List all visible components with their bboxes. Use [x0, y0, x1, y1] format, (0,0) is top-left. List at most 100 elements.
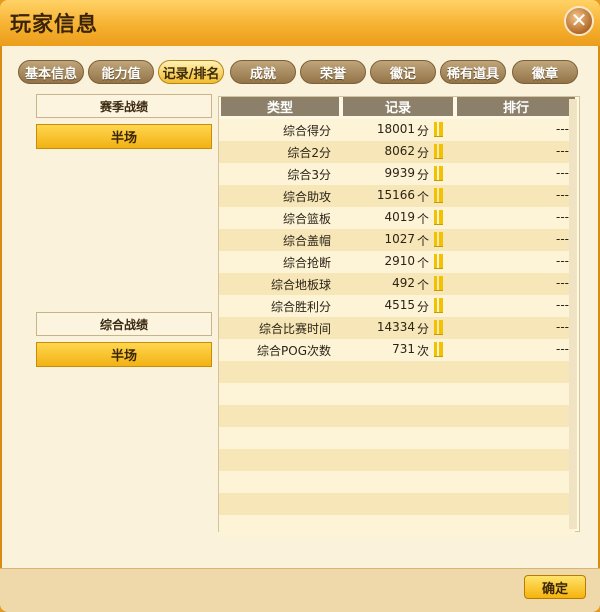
record-type: 综合盖帽: [282, 234, 331, 248]
record-unit: 个: [417, 278, 430, 292]
tab-emblem[interactable]: 徽记: [370, 60, 436, 84]
record-value: 492: [392, 276, 415, 290]
record-rank: ---: [556, 188, 569, 202]
record-value: 9939: [384, 166, 415, 180]
record-value: 15166: [376, 188, 415, 202]
tab-basic-info[interactable]: 基本信息: [18, 60, 84, 84]
table-row: 综合POG次数 731 次 ---: [219, 339, 575, 361]
record-rank: ---: [556, 320, 569, 334]
close-icon: ✕: [570, 8, 588, 32]
table-row-empty: [219, 383, 575, 405]
table-row-empty: [219, 361, 575, 383]
record-bar-icon: [434, 254, 443, 269]
record-type: 综合地板球: [270, 278, 331, 292]
record-value: 4019: [384, 210, 415, 224]
overall-record-header: 综合战绩: [36, 312, 212, 336]
table-row-empty: [219, 515, 575, 537]
record-unit: 分: [417, 124, 430, 138]
table-scrollbar[interactable]: [569, 99, 577, 529]
record-value: 14334: [376, 320, 415, 334]
record-type: 综合比赛时间: [258, 322, 331, 336]
record-type: 综合抢断: [282, 256, 331, 270]
table-row: 综合得分 18001 分 ---: [219, 119, 575, 141]
table-row: 综合比赛时间 14334 分 ---: [219, 317, 575, 339]
table-row: 综合抢断 2910 个 ---: [219, 251, 575, 273]
season-halfcourt-button[interactable]: 半场: [36, 124, 212, 149]
record-bar-icon: [434, 298, 443, 313]
record-value: 4515: [384, 298, 415, 312]
record-bar-icon: [434, 122, 443, 137]
record-rank: ---: [556, 254, 569, 268]
table-row: 综合3分 9939 分 ---: [219, 163, 575, 185]
records-table: 类型 记录 排行 综合得分 18001 分 --- 综合2分 8062 分 --- 综合3分 99…: [218, 96, 580, 537]
record-unit: 个: [417, 190, 430, 204]
record-rank: ---: [556, 342, 569, 356]
record-bar-icon: [434, 166, 443, 181]
record-type: 综合得分: [282, 124, 331, 138]
column-rank: 排行: [457, 97, 575, 116]
table-row: 综合助攻 15166 个 ---: [219, 185, 575, 207]
record-unit: 个: [417, 212, 430, 226]
record-unit: 个: [417, 234, 430, 248]
record-bar-icon: [434, 276, 443, 291]
record-bar-icon: [434, 320, 443, 335]
tab-badges[interactable]: 徽章: [512, 60, 578, 84]
record-unit: 分: [417, 146, 430, 160]
record-bar-icon: [434, 210, 443, 225]
confirm-button[interactable]: 确定: [524, 575, 586, 599]
season-record-header: 赛季战绩: [36, 94, 212, 118]
record-type: 综合POG次数: [257, 344, 331, 358]
tab-honor[interactable]: 荣誉: [300, 60, 366, 84]
window-title: 玩家信息: [10, 12, 98, 36]
record-type: 综合2分: [287, 146, 331, 160]
record-unit: 分: [417, 168, 430, 182]
record-value: 18001: [376, 122, 415, 136]
table-row: 综合胜利分 4515 分 ---: [219, 295, 575, 317]
table-row-empty: [219, 405, 575, 427]
record-rank: ---: [556, 210, 569, 224]
tab-records-ranking[interactable]: 记录/排名: [158, 60, 224, 84]
record-unit: 分: [417, 322, 430, 336]
table-row-empty: [219, 427, 575, 449]
record-bar-icon: [434, 232, 443, 247]
record-rank: ---: [556, 144, 569, 158]
record-type: 综合助攻: [282, 190, 331, 204]
table-header: 类型 记录 排行: [221, 97, 577, 117]
table-row: 综合篮板 4019 个 ---: [219, 207, 575, 229]
tab-bar: 基本信息 能力值 记录/排名 成就 荣誉 徽记 稀有道具 徽章: [18, 60, 580, 86]
record-rank: ---: [556, 232, 569, 246]
tab-ability[interactable]: 能力值: [88, 60, 154, 84]
title-bar: 玩家信息 ✕: [0, 0, 600, 46]
record-rank: ---: [556, 122, 569, 136]
tab-rare-items[interactable]: 稀有道具: [440, 60, 506, 84]
close-button[interactable]: ✕: [564, 6, 594, 36]
record-type: 综合篮板: [282, 212, 331, 226]
table-row: 综合2分 8062 分 ---: [219, 141, 575, 163]
record-rank: ---: [556, 298, 569, 312]
column-record: 记录: [343, 97, 453, 116]
record-value: 2910: [384, 254, 415, 268]
column-type: 类型: [221, 97, 339, 116]
tab-achievements[interactable]: 成就: [230, 60, 296, 84]
record-value: 8062: [384, 144, 415, 158]
record-bar-icon: [434, 188, 443, 203]
table-row-empty: [219, 471, 575, 493]
record-bar-icon: [434, 144, 443, 159]
record-rank: ---: [556, 276, 569, 290]
record-unit: 个: [417, 256, 430, 270]
record-unit: 分: [417, 300, 430, 314]
table-row: 综合地板球 492 个 ---: [219, 273, 575, 295]
record-bar-icon: [434, 342, 443, 357]
table-row-empty: [219, 449, 575, 471]
record-unit: 次: [417, 344, 430, 358]
record-type: 综合3分: [287, 168, 331, 182]
player-info-window: 玩家信息 ✕ 基本信息 能力值 记录/排名 成就 荣誉 徽记 稀有道具 徽章 赛…: [0, 0, 600, 612]
overall-halfcourt-button[interactable]: 半场: [36, 342, 212, 367]
table-row: 综合盖帽 1027 个 ---: [219, 229, 575, 251]
record-type: 综合胜利分: [270, 300, 331, 314]
record-value: 731: [392, 342, 415, 356]
footer-bar: 确定: [0, 568, 600, 612]
record-rank: ---: [556, 166, 569, 180]
table-row-empty: [219, 493, 575, 515]
record-value: 1027: [384, 232, 415, 246]
